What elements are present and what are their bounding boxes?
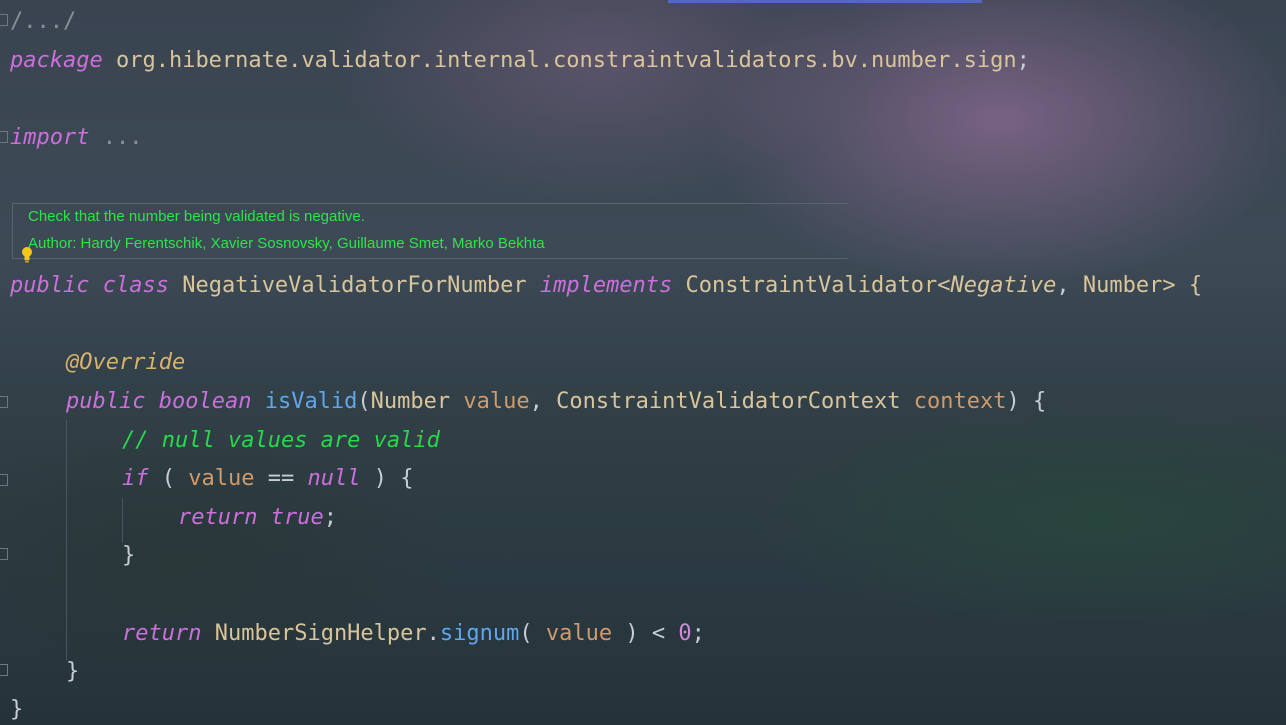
method-signum: signum bbox=[439, 621, 520, 646]
keyword-package: package bbox=[10, 48, 103, 73]
override-annotation[interactable]: @Override bbox=[66, 348, 185, 378]
keyword-if: if bbox=[122, 466, 149, 491]
javadoc-author: Author: Hardy Ferentschik, Xavier Sosnov… bbox=[28, 235, 545, 252]
param-type-context: ConstraintValidatorContext bbox=[556, 389, 901, 414]
method-close-brace[interactable]: } bbox=[66, 657, 79, 687]
paren-close: ) { bbox=[1006, 389, 1047, 414]
active-tab-indicator bbox=[668, 0, 982, 3]
keyword-null: null bbox=[307, 466, 361, 491]
package-line[interactable]: package org.hibernate.validator.internal… bbox=[10, 46, 1030, 76]
type-arg-number: Number> { bbox=[1082, 273, 1203, 298]
var-value: value bbox=[545, 621, 613, 646]
param-type-number: Number bbox=[370, 389, 451, 414]
package-name: org.hibernate.validator.internal.constra… bbox=[115, 48, 1017, 73]
semicolon: ; bbox=[691, 621, 705, 646]
keyword-return: return bbox=[178, 505, 258, 530]
number-zero: 0 bbox=[678, 621, 692, 646]
param-context: context bbox=[913, 389, 1007, 414]
class-name: NegativeValidatorForNumber bbox=[182, 273, 527, 298]
class-close-brace[interactable]: } bbox=[10, 695, 23, 725]
lightbulb-icon[interactable] bbox=[20, 246, 34, 264]
return-signum-line[interactable]: return NumberSignHelper.signum( value ) … bbox=[122, 619, 705, 649]
fold-marker-icon[interactable] bbox=[0, 664, 8, 676]
import-ellipsis[interactable]: ... bbox=[103, 125, 143, 150]
keyword-true: true bbox=[270, 505, 324, 530]
import-line[interactable]: import ... bbox=[10, 123, 142, 153]
fold-marker-icon[interactable] bbox=[0, 474, 8, 486]
keyword-class: class bbox=[102, 273, 169, 298]
indent-guide bbox=[122, 498, 123, 543]
paren-open: ( bbox=[357, 389, 371, 414]
return-true-line[interactable]: return true; bbox=[178, 503, 337, 533]
if-close: ) { bbox=[360, 466, 414, 491]
semicolon: ; bbox=[1016, 48, 1030, 73]
method-signature-line[interactable]: public boolean isValid(Number value, Con… bbox=[66, 387, 1046, 417]
fold-marker-icon[interactable] bbox=[0, 131, 8, 143]
keyword-public: public bbox=[10, 273, 90, 298]
keyword-import: import bbox=[10, 125, 90, 150]
var-value: value bbox=[188, 466, 255, 491]
class-declaration-line[interactable]: public class NegativeValidatorForNumber … bbox=[10, 271, 1202, 301]
method-name: isValid bbox=[264, 389, 358, 414]
helper-class: NumberSignHelper bbox=[214, 621, 427, 646]
fold-marker-icon[interactable] bbox=[0, 14, 8, 26]
if-statement-line[interactable]: if ( value == null ) { bbox=[122, 464, 413, 494]
keyword-boolean: boolean bbox=[158, 389, 252, 414]
param-comma: , bbox=[529, 389, 557, 414]
header-fold[interactable]: /.../ bbox=[10, 7, 76, 37]
operator-eq: == bbox=[254, 466, 308, 491]
interface-name: ConstraintValidator< bbox=[685, 273, 951, 298]
param-value: value bbox=[463, 389, 530, 414]
keyword-return: return bbox=[122, 621, 202, 646]
javadoc-description: Check that the number being validated is… bbox=[28, 208, 365, 225]
call-open: ( bbox=[519, 621, 546, 646]
code-comment[interactable]: // null values are valid bbox=[122, 426, 440, 456]
dot: . bbox=[426, 621, 440, 646]
if-open: ( bbox=[148, 466, 189, 491]
semicolon: ; bbox=[323, 505, 337, 530]
indent-guide bbox=[66, 420, 67, 660]
if-close-brace[interactable]: } bbox=[122, 541, 135, 571]
type-sep: , bbox=[1056, 273, 1083, 298]
fold-marker-icon[interactable] bbox=[0, 396, 8, 408]
type-arg-negative: Negative bbox=[950, 273, 1057, 298]
keyword-implements: implements bbox=[539, 273, 673, 298]
keyword-public: public bbox=[66, 389, 146, 414]
comparison: ) < bbox=[612, 621, 679, 646]
fold-marker-icon[interactable] bbox=[0, 548, 8, 560]
